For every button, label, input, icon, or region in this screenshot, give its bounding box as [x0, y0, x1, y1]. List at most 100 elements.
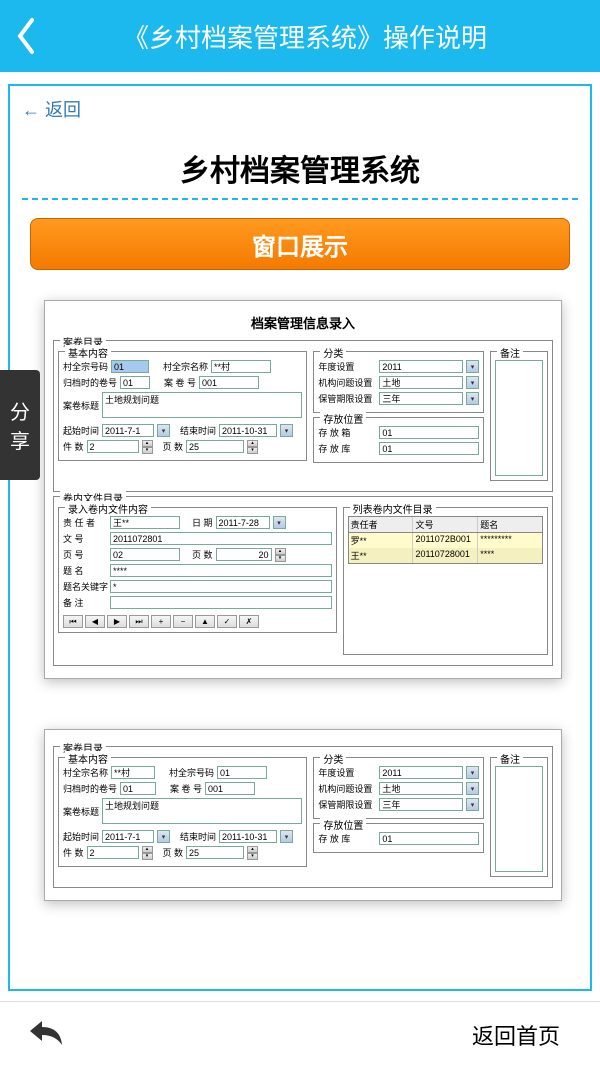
field-end-2[interactable]: 2011-10-31 — [219, 830, 277, 843]
field-pages-2[interactable]: 25 — [186, 846, 244, 859]
legend-store: 存放位置 — [320, 411, 366, 426]
field-pgcnt[interactable]: 20 — [216, 548, 272, 561]
field-keyword[interactable]: * — [110, 580, 332, 593]
nav-first[interactable]: ⏮ — [63, 615, 83, 628]
field-docno[interactable]: 2011072801 — [110, 532, 332, 545]
reply-icon[interactable] — [28, 1017, 64, 1052]
spinner-icon[interactable]: ▴▾ — [142, 846, 153, 859]
field-keep-2[interactable]: 三年 — [379, 798, 463, 811]
field-end[interactable]: 2011-10-31 — [219, 424, 277, 437]
field-note[interactable] — [110, 596, 332, 609]
dropdown-icon[interactable]: ▾ — [280, 424, 293, 437]
field-code-2[interactable]: 01 — [217, 766, 267, 779]
field-fileno-2[interactable]: 001 — [205, 782, 255, 795]
field-subject[interactable]: **** — [110, 564, 332, 577]
field-start[interactable]: 2011-7-1 — [102, 424, 154, 437]
back-link[interactable]: ← 返回 — [22, 96, 578, 122]
legend-remark-2: 备注 — [497, 751, 523, 766]
table-header: 责任者 文号 题名 — [349, 517, 542, 533]
dropdown-icon[interactable]: ▾ — [466, 360, 479, 373]
nav-next[interactable]: ▶ — [107, 615, 127, 628]
table-row[interactable]: 罗** 2011072B001 ********* — [349, 533, 542, 548]
field-store[interactable]: 01 — [379, 442, 479, 455]
field-store-2[interactable]: 01 — [379, 832, 479, 845]
label-year-2: 年度设置 — [318, 766, 376, 779]
field-year-2[interactable]: 2011 — [379, 766, 463, 779]
table-row[interactable]: 王** 20110728001 **** — [349, 548, 542, 563]
field-fileno[interactable]: 001 — [199, 376, 259, 389]
dropdown-icon[interactable]: ▾ — [466, 766, 479, 779]
screenshot-panel-1: 档案管理信息录入 案卷目录 基本内容 村全宗号码 01 村全宗名称 **村 — [44, 300, 562, 679]
field-title-2[interactable]: 土地规划问题 — [102, 798, 302, 824]
label-pages: 页 数 — [163, 440, 184, 453]
legend-input: 录入卷内文件内容 — [65, 501, 151, 516]
spinner-icon[interactable]: ▴▾ — [142, 440, 153, 453]
share-tab[interactable]: 分 享 — [0, 370, 40, 480]
field-title[interactable]: 土地规划问题 — [102, 392, 302, 418]
spinner-icon[interactable]: ▴▾ — [275, 548, 286, 561]
field-pgno[interactable]: 02 — [110, 548, 180, 561]
field-org-2[interactable]: 土地 — [379, 782, 463, 795]
label-fileno: 案 卷 号 — [164, 376, 196, 389]
field-remark[interactable] — [495, 360, 543, 476]
field-year[interactable]: 2011 — [379, 360, 463, 373]
group-class: 分类 年度设置2011▾ 机构问题设置土地▾ 保管期限设置三年▾ — [313, 351, 484, 413]
nav-add[interactable]: + — [151, 615, 171, 628]
label-keyword: 题名关键字 — [63, 580, 107, 593]
dropdown-icon[interactable]: ▾ — [466, 392, 479, 405]
dropdown-icon[interactable]: ▾ — [273, 516, 286, 529]
label-resp: 责 任 者 — [63, 516, 107, 529]
group-catalog-2: 案卷目录 基本内容 村全宗名称 **村 村全宗号码 01 归档时的卷号 — [53, 746, 553, 888]
app-header: 《乡村档案管理系统》操作说明 — [0, 0, 600, 72]
spinner-icon[interactable]: ▴▾ — [247, 440, 258, 453]
section-banner: 窗口展示 — [30, 218, 570, 270]
home-link[interactable]: 返回首页 — [472, 1019, 560, 1051]
nav-last[interactable]: ⏭ — [129, 615, 149, 628]
spinner-icon[interactable]: ▴▾ — [247, 846, 258, 859]
nav-remove[interactable]: − — [173, 615, 193, 628]
dropdown-icon[interactable]: ▾ — [157, 830, 170, 843]
group-remark-2: 备注 — [490, 757, 548, 877]
field-date[interactable]: 2011-7-28 — [216, 516, 270, 529]
label-note: 备 注 — [63, 596, 107, 609]
dropdown-icon[interactable]: ▾ — [466, 376, 479, 389]
label-count: 件 数 — [63, 440, 84, 453]
field-box[interactable]: 01 — [379, 426, 479, 439]
field-code[interactable]: 01 — [111, 360, 149, 373]
field-count-2[interactable]: 2 — [87, 846, 139, 859]
field-archno[interactable]: 01 — [120, 376, 150, 389]
back-icon[interactable] — [16, 18, 36, 54]
field-count[interactable]: 2 — [87, 440, 139, 453]
nav-prev[interactable]: ◀ — [85, 615, 105, 628]
nav-save[interactable]: ✓ — [217, 615, 237, 628]
field-org[interactable]: 土地 — [379, 376, 463, 389]
cell: ********* — [478, 533, 542, 548]
label-title: 案卷标题 — [63, 399, 99, 412]
label-archno: 归档时的卷号 — [63, 376, 117, 389]
field-villname[interactable]: **村 — [211, 360, 271, 373]
legend-class-2: 分类 — [320, 751, 346, 766]
share-char-1: 分 — [10, 396, 30, 425]
label-keep-2: 保管期限设置 — [318, 798, 376, 811]
label-archno-2: 归档时的卷号 — [63, 782, 117, 795]
label-org-2: 机构问题设置 — [318, 782, 376, 795]
field-resp[interactable]: 王** — [110, 516, 180, 529]
label-fileno-2: 案 卷 号 — [170, 782, 202, 795]
field-pages[interactable]: 25 — [186, 440, 244, 453]
label-date: 日 期 — [192, 516, 213, 529]
dropdown-icon[interactable]: ▾ — [157, 424, 170, 437]
dropdown-icon[interactable]: ▾ — [466, 798, 479, 811]
dropdown-icon[interactable]: ▾ — [280, 830, 293, 843]
field-keep[interactable]: 三年 — [379, 392, 463, 405]
field-start-2[interactable]: 2011-7-1 — [102, 830, 154, 843]
field-villname-2[interactable]: **村 — [111, 766, 155, 779]
th-docno: 文号 — [413, 517, 478, 532]
field-archno-2[interactable]: 01 — [120, 782, 156, 795]
nav-edit[interactable]: ▲ — [195, 615, 215, 628]
field-remark-2[interactable] — [495, 766, 543, 872]
group-class-2: 分类 年度设置2011▾ 机构问题设置土地▾ 保管期限设置三年▾ — [313, 757, 484, 819]
dropdown-icon[interactable]: ▾ — [466, 782, 479, 795]
cell: 20110728001 — [413, 548, 478, 563]
nav-cancel[interactable]: ✗ — [239, 615, 259, 628]
group-inner: 卷内文件目录 录入卷内文件内容 责 任 者王**日 期2011-7-28▾ 文 … — [53, 496, 553, 666]
